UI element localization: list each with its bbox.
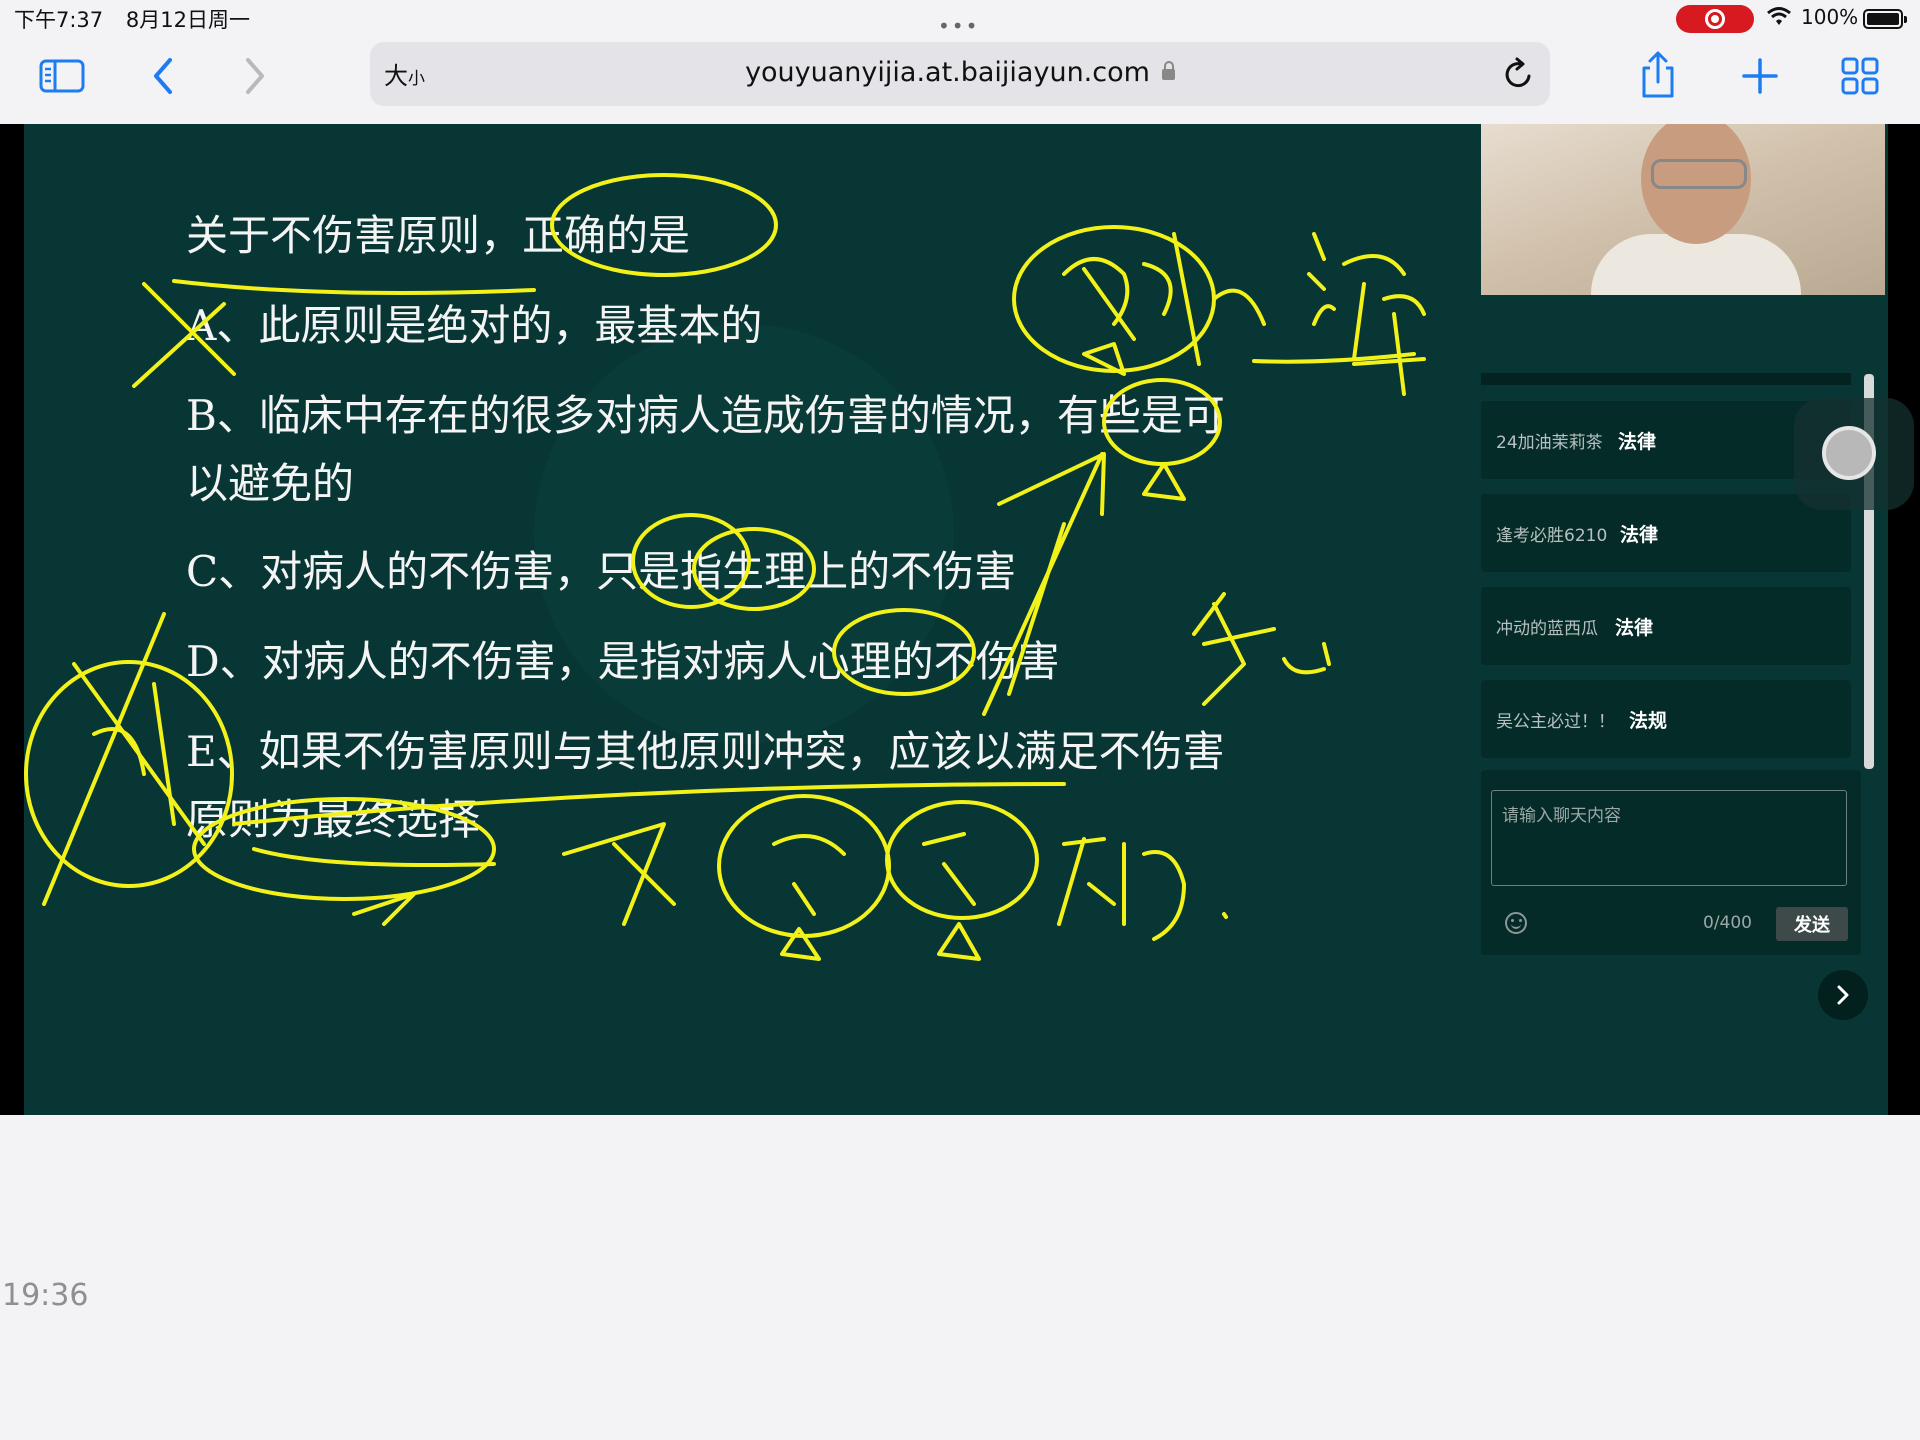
chat-text: 法律 <box>1615 617 1654 639</box>
browser-toolbar: 大小 youyuanyijia.at.baijiayun.com <box>0 38 1920 124</box>
chat-list-header <box>1481 373 1851 385</box>
battery-icon <box>1863 9 1907 29</box>
option-d: D、对病人的不伤害，是指对病人心理的不伤害 <box>186 637 1060 686</box>
status-datetime: 下午7:37 8月12日周一 <box>14 4 266 34</box>
assistive-touch-button[interactable] <box>1794 398 1914 510</box>
teacher-webcam[interactable] <box>1481 124 1885 295</box>
status-date: 8月12日周一 <box>125 8 250 32</box>
option-b-line2: 以避免的 <box>186 459 355 508</box>
question-title: 关于不伤害原则，正确的是 <box>186 211 691 260</box>
chat-username: 逢考必胜6210 <box>1496 526 1608 546</box>
back-icon[interactable] <box>148 54 178 98</box>
reload-icon[interactable] <box>1502 56 1536 92</box>
option-e-line1: E、如果不伤害原则与其他原则冲突，应该以满足不伤害 <box>186 727 1225 776</box>
option-a: A、此原则是绝对的，最基本的 <box>186 301 763 350</box>
screen-recording-indicator[interactable] <box>1676 5 1754 33</box>
chat-message: 吴公主必过！！ 法规 <box>1481 680 1851 758</box>
recording-timestamp: 19:36 <box>2 1278 89 1313</box>
record-icon <box>1705 9 1725 29</box>
battery-percentage: 100% <box>1801 5 1859 29</box>
status-time: 下午7:37 <box>14 8 104 32</box>
forward-icon[interactable] <box>240 54 270 98</box>
tab-overview-icon[interactable] <box>1840 56 1880 96</box>
share-icon[interactable] <box>1636 50 1680 100</box>
collapse-panel-button[interactable] <box>1818 970 1868 1020</box>
chat-text: 法规 <box>1629 710 1668 732</box>
option-b-line1: B、临床中存在的很多对病人造成伤害的情况，有些是可 <box>186 391 1225 440</box>
chat-compose: 0/400 发送 <box>1481 770 1861 955</box>
new-tab-icon[interactable] <box>1740 56 1780 96</box>
status-bar: 下午7:37 8月12日周一 ••• 100% <box>0 0 1920 38</box>
option-e-line2: 原则为最终选择 <box>186 795 481 844</box>
chat-text: 法律 <box>1618 431 1657 453</box>
chevron-right-icon <box>1837 985 1849 1005</box>
chat-username: 24加油茉莉茶 <box>1496 433 1603 453</box>
wifi-icon <box>1767 7 1791 25</box>
sidebar-toggle-icon[interactable] <box>38 56 86 96</box>
chat-message: 冲动的蓝西瓜 法律 <box>1481 587 1851 665</box>
chat-username: 冲动的蓝西瓜 <box>1496 619 1598 639</box>
lock-icon <box>1161 61 1175 80</box>
chat-text: 法律 <box>1620 524 1659 546</box>
chat-message: 逢考必胜6210 法律 <box>1481 494 1851 572</box>
emoji-icon[interactable] <box>1505 912 1527 934</box>
char-counter: 0/400 <box>1703 913 1752 933</box>
chat-input[interactable] <box>1491 790 1847 886</box>
multitasking-dots-icon[interactable]: ••• <box>938 14 979 38</box>
url-text[interactable]: youyuanyijia.at.baijiayun.com <box>370 57 1550 88</box>
chat-username: 吴公主必过！！ <box>1496 712 1615 732</box>
address-bar[interactable]: 大小 youyuanyijia.at.baijiayun.com <box>370 42 1550 106</box>
send-button[interactable]: 发送 <box>1776 907 1848 941</box>
option-c: C、对病人的不伤害，只是指生理上的不伤害 <box>186 547 1017 596</box>
